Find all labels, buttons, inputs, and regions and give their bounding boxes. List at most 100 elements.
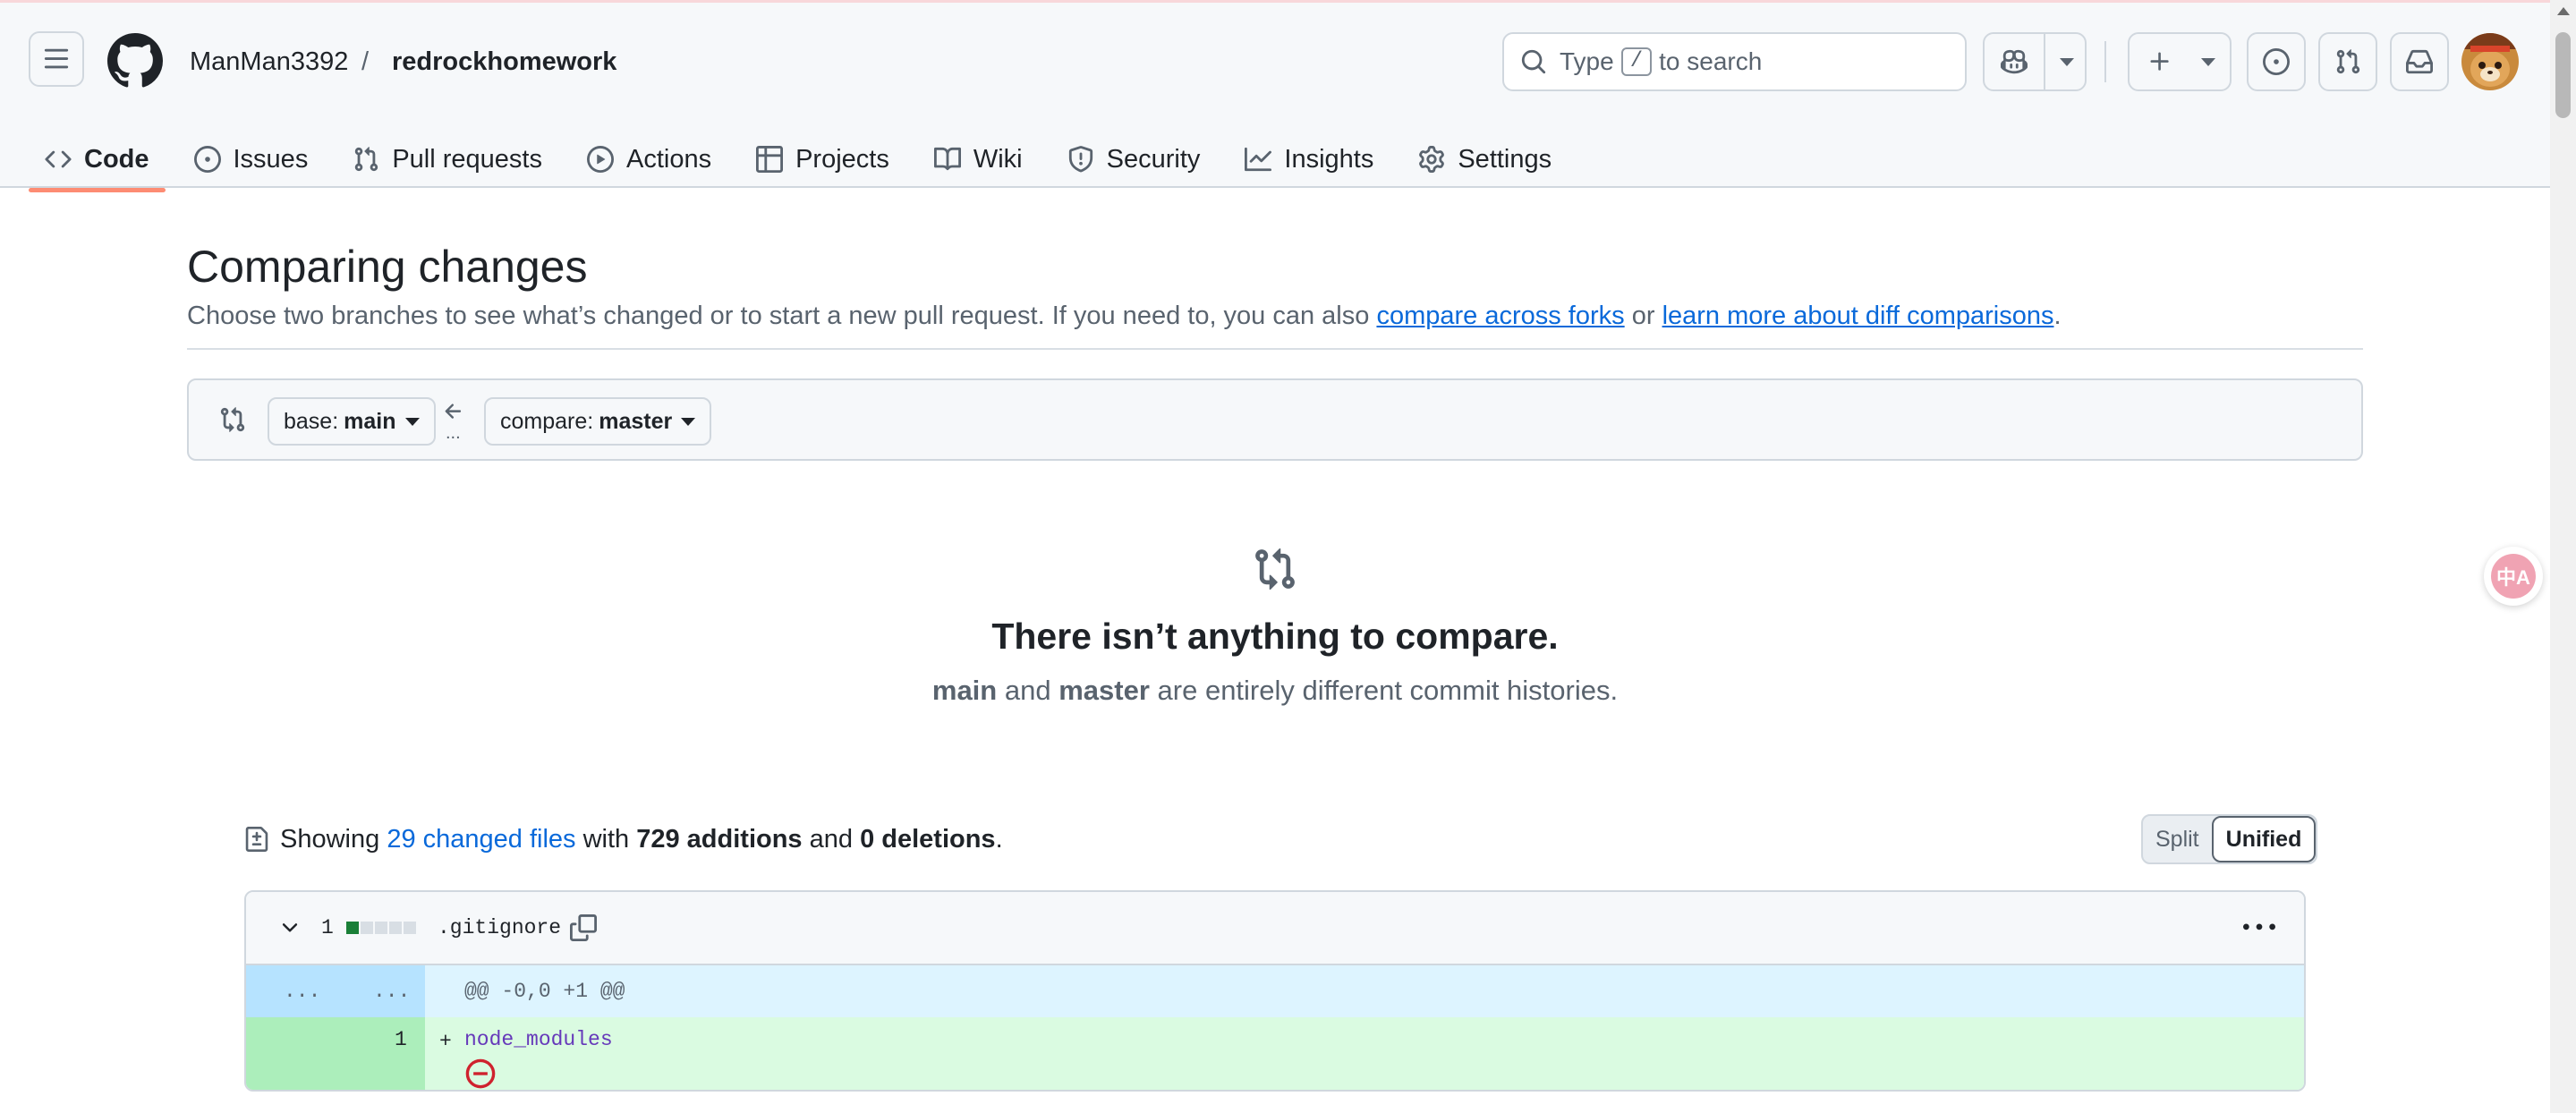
issues-button[interactable]	[2247, 32, 2306, 91]
base-branch-select[interactable]: base: main	[268, 397, 436, 446]
tab-wiki[interactable]: Wiki	[918, 129, 1039, 190]
repo-link[interactable]: redrockhomework	[392, 44, 616, 80]
addition-line-row: 1 + node_modules	[246, 1017, 2304, 1090]
search-input[interactable]: Type / to search	[1502, 32, 1967, 91]
collapse-button[interactable]	[278, 892, 302, 964]
diffstat-block-neutral	[389, 922, 402, 934]
chevron-down-icon	[404, 417, 420, 426]
additions-count: 729 additions	[636, 825, 803, 854]
tab-label: Wiki	[973, 144, 1023, 174]
search-placeholder-prefix: Type	[1560, 47, 1614, 75]
compare-across-forks-link[interactable]: compare across forks	[1376, 302, 1624, 330]
scroll-up-arrow-icon[interactable]	[2557, 7, 2570, 15]
unified-view-button[interactable]: Unified	[2211, 816, 2317, 862]
file-header: 1 .gitignore	[246, 892, 2304, 965]
create-new-button[interactable]	[2128, 32, 2232, 91]
compare-value: master	[599, 408, 673, 434]
copilot-button[interactable]	[1983, 32, 2087, 91]
shield-icon	[1068, 146, 1092, 173]
diff-summary: Showing 29 changed files with 729 additi…	[244, 821, 1003, 857]
tab-insights[interactable]: Insights	[1228, 129, 1390, 190]
code-icon	[45, 150, 72, 168]
file-name-link[interactable]: .gitignore	[438, 892, 561, 964]
summary-and: and	[809, 825, 854, 854]
pull-requests-button[interactable]	[2318, 32, 2377, 91]
hunk-expand-left[interactable]: ...	[284, 980, 320, 1003]
search-icon	[1521, 49, 1546, 74]
inbox-button[interactable]	[2390, 32, 2449, 91]
repo-nav: Code Issues Pull requests Actions Projec…	[29, 128, 1580, 192]
and-text: and	[1004, 675, 1051, 706]
diffstat-block-neutral	[404, 922, 416, 934]
git-compare-icon	[1255, 548, 1295, 590]
scroll-thumb[interactable]	[2555, 32, 2571, 118]
line-number[interactable]: 1	[395, 1028, 407, 1051]
file-diff: 1 .gitignore ... ... @@ -0,0 +1 @@ 1 + n…	[244, 890, 2306, 1092]
copy-path-button[interactable]	[570, 892, 597, 964]
avatar-image	[2461, 33, 2519, 90]
tab-label: Issues	[233, 144, 309, 174]
subtitle-or: or	[1624, 302, 1662, 330]
translate-icon: 中A	[2491, 554, 2536, 599]
copy-icon	[570, 914, 597, 941]
split-view-button[interactable]: Split	[2143, 816, 2212, 862]
tab-issues[interactable]: Issues	[178, 129, 325, 190]
git-pull-request-icon	[355, 147, 378, 172]
search-placeholder-suffix: to search	[1659, 47, 1763, 75]
tab-actions[interactable]: Actions	[571, 129, 727, 190]
diffstat-block-added	[346, 922, 359, 934]
range-dots: ...	[446, 423, 461, 443]
subtitle-text: Choose two branches to see what’s change…	[187, 302, 1377, 330]
arrow-left-icon	[445, 404, 462, 419]
no-newline-icon	[465, 1058, 496, 1089]
tab-security[interactable]: Security	[1051, 129, 1217, 190]
inbox-icon	[2406, 49, 2433, 74]
deletions-count: 0 deletions	[860, 825, 996, 854]
issue-opened-icon	[2263, 48, 2290, 75]
copilot-divider	[2044, 34, 2045, 89]
menu-button[interactable]	[29, 31, 84, 87]
subtitle-end: .	[2053, 302, 2062, 330]
chevron-down-icon[interactable]	[2060, 58, 2074, 66]
chevron-down-icon	[282, 923, 298, 932]
blankslate-description: main and master are entirely different c…	[0, 673, 2550, 709]
page-title: Comparing changes	[187, 242, 588, 292]
graph-icon	[1245, 147, 1272, 172]
plus-icon	[2150, 52, 2169, 71]
gear-icon	[1419, 146, 1445, 173]
compare-label: compare:	[500, 408, 594, 434]
tab-code[interactable]: Code	[29, 129, 166, 192]
branch-a: main	[931, 675, 998, 706]
learn-diff-comparisons-link[interactable]: learn more about diff comparisons	[1662, 302, 2054, 330]
page-scrollbar[interactable]	[2550, 0, 2576, 1113]
hunk-expand-right[interactable]: ...	[373, 980, 410, 1003]
diffstat-bar	[346, 892, 416, 964]
tab-label: Code	[84, 144, 149, 174]
file-options-button[interactable]	[2243, 892, 2275, 964]
tab-projects[interactable]: Projects	[740, 129, 905, 190]
summary-end: .	[995, 825, 1003, 854]
line-content: node_modules	[464, 1028, 613, 1051]
diffstat-block-neutral	[375, 922, 387, 934]
compare-branch-select[interactable]: compare: master	[484, 397, 712, 446]
repo-header: ManMan3392 / redrockhomework Type / to s…	[0, 3, 2550, 192]
play-icon	[586, 146, 614, 173]
tab-pull-requests[interactable]: Pull requests	[336, 129, 558, 190]
changed-files-link[interactable]: 29 changed files	[387, 821, 575, 857]
kebab-horizontal-icon	[2243, 923, 2275, 930]
owner-link[interactable]: ManMan3392	[190, 44, 348, 80]
base-label: base:	[284, 408, 339, 434]
tab-label: Insights	[1284, 144, 1374, 174]
breadcrumb-separator: /	[361, 47, 370, 76]
github-mark-icon	[107, 33, 163, 88]
github-logo[interactable]	[107, 33, 163, 89]
git-compare-icon	[220, 407, 245, 432]
tab-label: Security	[1106, 144, 1201, 174]
git-pull-request-icon	[2336, 49, 2360, 74]
header-divider	[2104, 41, 2106, 82]
user-avatar[interactable]	[2461, 33, 2519, 90]
branch-b: master	[1058, 675, 1150, 706]
translate-extension-button[interactable]: 中A	[2484, 547, 2543, 606]
base-value: main	[344, 408, 396, 434]
tab-settings[interactable]: Settings	[1402, 129, 1568, 190]
